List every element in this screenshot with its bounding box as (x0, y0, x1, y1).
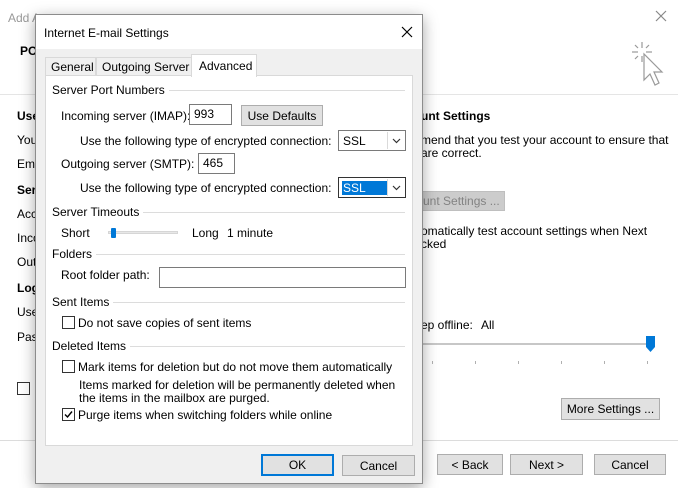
chevron-down-icon (387, 179, 404, 196)
timeout-slider[interactable] (108, 228, 178, 238)
timeout-short-label: Short (61, 226, 90, 240)
test-account-settings-button[interactable]: unt Settings ... (416, 191, 505, 211)
bg-keep-offline-value: All (481, 318, 495, 332)
bg-test-text-2: are correct. (421, 146, 482, 160)
keep-offline-slider-ticks (430, 353, 655, 364)
bg-auto-test-1: omatically test account settings when Ne… (421, 224, 648, 238)
tab-general[interactable]: General (45, 57, 96, 76)
outgoing-encryption-label: Use the following type of encrypted conn… (80, 181, 332, 195)
tab-general-label: General (51, 60, 94, 74)
tab-outgoing-server-label: Outgoing Server (102, 60, 190, 74)
timeout-slider-track (108, 231, 178, 234)
tab-advanced-label: Advanced (199, 59, 253, 73)
tab-advanced[interactable]: Advanced (191, 54, 257, 77)
bg-test-text-1: mend that you test your account to ensur… (421, 133, 669, 147)
keep-offline-slider-thumb[interactable] (646, 336, 655, 352)
root-folder-input[interactable] (159, 267, 406, 288)
ok-label: OK (288, 458, 307, 472)
incoming-encryption-select[interactable]: SSL (338, 130, 406, 151)
dialog-close-icon[interactable] (400, 25, 414, 39)
no-copies-label: Do not save copies of sent items (78, 316, 252, 330)
no-copies-checkbox[interactable] (62, 316, 75, 329)
internet-email-settings-dialog: Internet E-mail Settings General Outgoin… (35, 14, 423, 484)
deletion-info-line-1: Items marked for deletion will be perman… (79, 378, 396, 392)
mark-for-deletion-label: Mark items for deletion but do not move … (78, 360, 393, 374)
dialog-cancel-button[interactable]: Cancel (342, 455, 415, 476)
next-label: Next > (528, 457, 564, 472)
bg-cancel-button[interactable]: Cancel (594, 454, 666, 475)
timeout-value-label: 1 minute (227, 226, 274, 240)
bg-left-acc: Acc (17, 207, 38, 221)
keep-offline-slider-track[interactable] (421, 343, 653, 345)
chevron-down-icon (387, 132, 404, 149)
purge-items-label: Purge items when switching folders while… (78, 408, 333, 422)
tab-outgoing-server[interactable]: Outgoing Server (96, 57, 192, 76)
dialog-cancel-label: Cancel (359, 458, 398, 473)
use-defaults-button[interactable]: Use Defaults (241, 105, 323, 126)
close-icon[interactable] (654, 9, 668, 23)
incoming-encryption-value: SSL (343, 134, 366, 148)
outgoing-port-input[interactable]: 465 (198, 153, 235, 174)
dialog-title: Internet E-mail Settings (44, 26, 169, 40)
incoming-encryption-label: Use the following type of encrypted conn… (80, 134, 332, 148)
back-label: < Back (451, 457, 489, 472)
outgoing-encryption-select[interactable]: SSL (338, 177, 406, 198)
bg-keep-offline-label: ep offline: (421, 318, 473, 332)
incoming-server-label: Incoming server (IMAP): (61, 109, 191, 123)
mark-for-deletion-checkbox[interactable] (62, 360, 75, 373)
timeout-slider-thumb[interactable] (111, 228, 116, 238)
purge-items-checkbox[interactable] (62, 408, 75, 421)
bg-test-heading: unt Settings (421, 109, 491, 123)
magic-cursor-icon (628, 38, 668, 88)
bg-left-out: Out (17, 255, 37, 269)
dialog-titlebar: Internet E-mail Settings (36, 15, 422, 49)
outgoing-server-label: Outgoing server (SMTP): (61, 157, 195, 171)
outgoing-encryption-value: SSL (342, 181, 387, 195)
deleted-items-heading: Deleted Items (52, 339, 131, 353)
folders-heading: Folders (52, 247, 97, 261)
folders-divider (53, 254, 405, 255)
checkmark-icon (64, 411, 73, 419)
ok-button[interactable]: OK (261, 454, 334, 476)
root-folder-label: Root folder path: (61, 268, 150, 282)
more-settings-button[interactable]: More Settings ... (561, 398, 660, 420)
deletion-info-line-2: the items in the mailbox are purged. (79, 391, 270, 405)
use-defaults-label: Use Defaults (247, 108, 317, 123)
bg-remember-checkbox[interactable] (17, 382, 30, 395)
next-button[interactable]: Next > (510, 454, 583, 475)
sent-items-heading: Sent Items (52, 295, 114, 309)
incoming-port-input[interactable]: 993 (189, 104, 232, 125)
timeout-long-label: Long (192, 226, 219, 240)
more-settings-label: More Settings ... (566, 402, 655, 416)
bg-cancel-label: Cancel (611, 457, 649, 472)
server-port-heading: Server Port Numbers (52, 83, 169, 97)
server-timeouts-heading: Server Timeouts (52, 205, 144, 219)
bg-auto-test-2: cked (421, 237, 447, 251)
back-button[interactable]: < Back (437, 454, 503, 475)
